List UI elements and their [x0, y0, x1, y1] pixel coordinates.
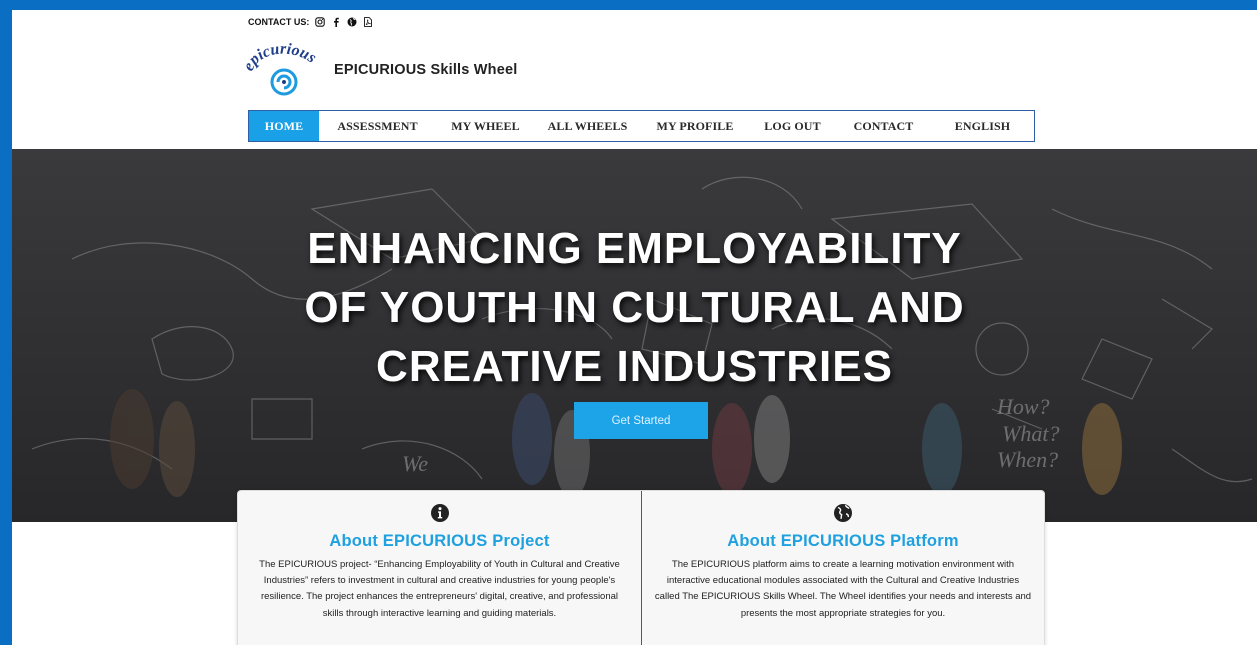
nav-log-out[interactable]: LOG OUT: [750, 111, 835, 141]
globe-icon[interactable]: [347, 17, 357, 27]
hero-title: ENHANCING EMPLOYABILITY OF YOUTH IN CULT…: [12, 219, 1257, 396]
pdf-icon[interactable]: [363, 17, 373, 27]
hero-banner: How? What? When? We ENHANCING EMPLOYABIL…: [12, 149, 1257, 522]
nav-my-wheel[interactable]: MY WHEEL: [436, 111, 535, 141]
hero-title-line-1: ENHANCING EMPLOYABILITY: [307, 224, 962, 273]
about-platform-title: About EPICURIOUS Platform: [727, 532, 959, 550]
nav-contact[interactable]: CONTACT: [835, 111, 932, 141]
svg-text:We: We: [402, 451, 428, 476]
svg-text:epicurious: epicurious: [244, 41, 319, 74]
hero-title-line-2: OF YOUTH IN CULTURAL AND: [304, 283, 965, 332]
nav-my-profile[interactable]: MY PROFILE: [640, 111, 750, 141]
svg-text:What?: What?: [1002, 421, 1059, 446]
browser-viewport: CONTACT US: epicurious: [12, 10, 1257, 645]
nav-home[interactable]: HOME: [249, 111, 319, 141]
svg-text:How?: How?: [996, 394, 1050, 419]
globe-icon: [834, 504, 852, 522]
nav-language[interactable]: ENGLISH: [932, 111, 1033, 141]
hero-title-line-3: CREATIVE INDUSTRIES: [376, 342, 893, 391]
epicurious-logo[interactable]: epicurious: [240, 40, 324, 100]
about-platform-text: The EPICURIOUS platform aims to create a…: [654, 559, 1032, 619]
about-cards: About EPICURIOUS Project The EPICURIOUS …: [237, 490, 1045, 645]
about-project-title: About EPICURIOUS Project: [329, 532, 550, 550]
nav-assessment[interactable]: ASSESSMENT: [319, 111, 436, 141]
svg-text:When?: When?: [997, 447, 1058, 472]
facebook-icon[interactable]: [331, 17, 341, 27]
get-started-button[interactable]: Get Started: [574, 402, 708, 439]
contact-label: CONTACT US:: [248, 17, 310, 27]
about-platform-card: About EPICURIOUS Platform The EPICURIOUS…: [641, 491, 1044, 645]
instagram-icon[interactable]: [315, 17, 326, 27]
about-project-card: About EPICURIOUS Project The EPICURIOUS …: [238, 491, 641, 645]
info-icon: [430, 504, 449, 522]
site-title[interactable]: EPICURIOUS Skills Wheel: [334, 62, 517, 78]
main-navigation: HOME ASSESSMENT MY WHEEL ALL WHEELS MY P…: [248, 110, 1035, 142]
about-project-text: The EPICURIOUS project- “Enhancing Emplo…: [259, 559, 620, 619]
nav-all-wheels[interactable]: ALL WHEELS: [535, 111, 640, 141]
contact-bar: CONTACT US:: [248, 15, 373, 29]
site-branding: epicurious EPICURIOUS Skills Wheel: [240, 40, 517, 100]
